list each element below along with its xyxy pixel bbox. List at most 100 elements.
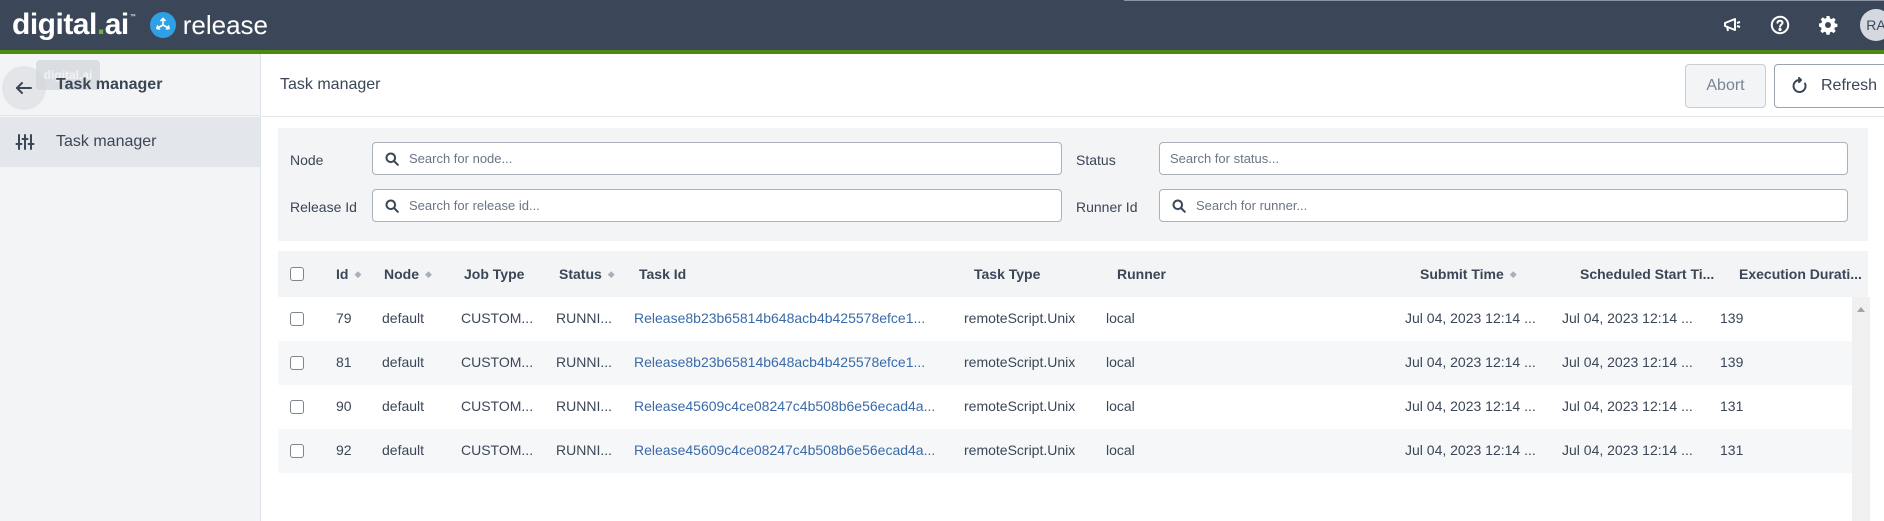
cell-duration: 131 bbox=[1720, 442, 1744, 458]
cell-scheduled-start: Jul 04, 2023 12:14 ... bbox=[1562, 442, 1693, 458]
sidebar-item-task-manager[interactable]: Task manager bbox=[0, 117, 260, 167]
table-body: 79 default CUSTOM... RUNNI... Release8b2… bbox=[278, 297, 1870, 521]
column-header-node[interactable]: Node ◆ bbox=[384, 266, 432, 282]
sliders-icon bbox=[15, 132, 35, 152]
sort-icon: ◆ bbox=[425, 268, 432, 279]
cell-node: default bbox=[382, 354, 425, 370]
status-search-placeholder: Search for status... bbox=[1170, 151, 1280, 166]
cell-scheduled-start: Jul 04, 2023 12:14 ... bbox=[1562, 354, 1693, 370]
runner-id-search-placeholder: Search for runner... bbox=[1196, 198, 1308, 213]
scroll-up-arrow-icon[interactable] bbox=[1857, 307, 1865, 312]
cell-status: RUNNI... bbox=[556, 442, 612, 458]
cell-job-type: CUSTOM... bbox=[461, 442, 534, 458]
sidebar: digital.ai Task manager Task manager bbox=[0, 54, 261, 521]
refresh-icon bbox=[1792, 77, 1807, 93]
user-avatar[interactable]: RA bbox=[1860, 9, 1884, 41]
column-header-runner[interactable]: Runner bbox=[1117, 266, 1166, 282]
runner-id-search-input[interactable]: Search for runner... bbox=[1159, 189, 1848, 222]
column-header-id[interactable]: Id ◆ bbox=[336, 266, 361, 282]
refresh-button[interactable]: Refresh bbox=[1774, 64, 1884, 108]
cell-duration: 131 bbox=[1720, 398, 1744, 414]
cell-node: default bbox=[382, 442, 425, 458]
row-checkbox[interactable] bbox=[290, 444, 304, 458]
search-icon bbox=[385, 199, 399, 213]
search-icon bbox=[1172, 199, 1186, 213]
node-search-input[interactable]: Search for node... bbox=[372, 142, 1062, 175]
gear-icon[interactable] bbox=[1816, 13, 1840, 37]
cell-id: 92 bbox=[336, 442, 352, 458]
cell-runner: local bbox=[1106, 310, 1135, 326]
cell-node: default bbox=[382, 398, 425, 414]
arrow-left-icon bbox=[16, 82, 32, 94]
row-checkbox[interactable] bbox=[290, 400, 304, 414]
column-header-submit-time[interactable]: Submit Time ◆ bbox=[1420, 266, 1517, 282]
column-header-scheduled-start[interactable]: Scheduled Start Ti... bbox=[1580, 266, 1714, 282]
cell-task-id-link[interactable]: Release45609c4ce08247c4b508b6e56ecad4a..… bbox=[634, 398, 935, 414]
cell-id: 79 bbox=[336, 310, 352, 326]
cell-scheduled-start: Jul 04, 2023 12:14 ... bbox=[1562, 310, 1693, 326]
release-id-search-placeholder: Search for release id... bbox=[409, 198, 540, 213]
cell-task-id-link[interactable]: Release45609c4ce08247c4b508b6e56ecad4a..… bbox=[634, 442, 935, 458]
cell-submit-time: Jul 04, 2023 12:14 ... bbox=[1405, 398, 1536, 414]
release-id-search-input[interactable]: Search for release id... bbox=[372, 189, 1062, 222]
release-id-filter-label: Release Id bbox=[290, 199, 357, 215]
status-search-input[interactable]: Search for status... bbox=[1159, 142, 1848, 175]
cell-runner: local bbox=[1106, 442, 1135, 458]
page-header: Task manager Abort Refresh bbox=[262, 54, 1884, 117]
cell-node: default bbox=[382, 310, 425, 326]
cell-id: 90 bbox=[336, 398, 352, 414]
cell-task-type: remoteScript.Unix bbox=[964, 442, 1076, 458]
trademark-mark: ™ bbox=[129, 14, 136, 20]
cell-task-id-link[interactable]: Release8b23b65814b648acb4b425578efce1... bbox=[634, 310, 925, 326]
column-header-execution-duration[interactable]: Execution Durati... bbox=[1739, 266, 1862, 282]
cell-submit-time: Jul 04, 2023 12:14 ... bbox=[1405, 354, 1536, 370]
column-header-status[interactable]: Status ◆ bbox=[559, 266, 615, 282]
abort-button[interactable]: Abort bbox=[1685, 64, 1766, 108]
page-title: Task manager bbox=[280, 76, 381, 93]
cell-task-type: remoteScript.Unix bbox=[964, 398, 1076, 414]
cell-runner: local bbox=[1106, 398, 1135, 414]
sort-icon: ◆ bbox=[1509, 268, 1517, 279]
cell-task-id-link[interactable]: Release8b23b65814b648acb4b425578efce1... bbox=[634, 354, 925, 370]
sidebar-header: digital.ai Task manager bbox=[0, 54, 260, 116]
vertical-scrollbar[interactable] bbox=[1852, 297, 1870, 521]
table-row[interactable]: 79 default CUSTOM... RUNNI... Release8b2… bbox=[278, 297, 1852, 341]
cell-runner: local bbox=[1106, 354, 1135, 370]
release-logo-icon bbox=[149, 12, 176, 38]
sort-icon: ◆ bbox=[354, 268, 362, 279]
search-icon bbox=[385, 152, 399, 166]
megaphone-icon[interactable] bbox=[1720, 13, 1744, 37]
table-row[interactable]: 92 default CUSTOM... RUNNI... Release456… bbox=[278, 429, 1852, 473]
sort-icon: ◆ bbox=[607, 268, 615, 279]
window-edge-line bbox=[1124, 0, 1884, 1]
table-row[interactable]: 81 default CUSTOM... RUNNI... Release8b2… bbox=[278, 341, 1852, 385]
sidebar-title: Task manager bbox=[56, 76, 163, 93]
cell-scheduled-start: Jul 04, 2023 12:14 ... bbox=[1562, 398, 1693, 414]
filter-panel: Node Search for node... Status Search fo… bbox=[278, 128, 1868, 241]
select-all-checkbox[interactable] bbox=[290, 267, 304, 281]
table-header: Id ◆ Node ◆ Job Type Status ◆ Task Id Task … bbox=[278, 251, 1868, 297]
column-header-task-id[interactable]: Task Id bbox=[639, 266, 686, 282]
status-filter-label: Status bbox=[1076, 152, 1116, 168]
row-checkbox[interactable] bbox=[290, 312, 304, 326]
cell-task-type: remoteScript.Unix bbox=[964, 310, 1076, 326]
digital-ai-wordmark: digital.ai bbox=[12, 8, 129, 41]
cell-status: RUNNI... bbox=[556, 354, 612, 370]
row-checkbox[interactable] bbox=[290, 356, 304, 370]
table-row[interactable]: 90 default CUSTOM... RUNNI... Release456… bbox=[278, 385, 1852, 429]
brand-logo[interactable]: digital.ai ™ release bbox=[12, 8, 268, 42]
node-filter-label: Node bbox=[290, 152, 324, 168]
cell-job-type: CUSTOM... bbox=[461, 398, 534, 414]
sidebar-item-label: Task manager bbox=[56, 133, 157, 150]
cell-task-type: remoteScript.Unix bbox=[964, 354, 1076, 370]
runner-id-filter-label: Runner Id bbox=[1076, 199, 1138, 215]
cell-submit-time: Jul 04, 2023 12:14 ... bbox=[1405, 442, 1536, 458]
node-search-placeholder: Search for node... bbox=[409, 151, 513, 166]
column-header-task-type[interactable]: Task Type bbox=[974, 266, 1040, 282]
cell-job-type: CUSTOM... bbox=[461, 310, 534, 326]
column-header-job-type[interactable]: Job Type bbox=[464, 266, 524, 282]
refresh-label: Refresh bbox=[1821, 77, 1878, 94]
help-icon[interactable] bbox=[1768, 13, 1792, 37]
cell-duration: 139 bbox=[1720, 354, 1744, 370]
cell-status: RUNNI... bbox=[556, 310, 612, 326]
